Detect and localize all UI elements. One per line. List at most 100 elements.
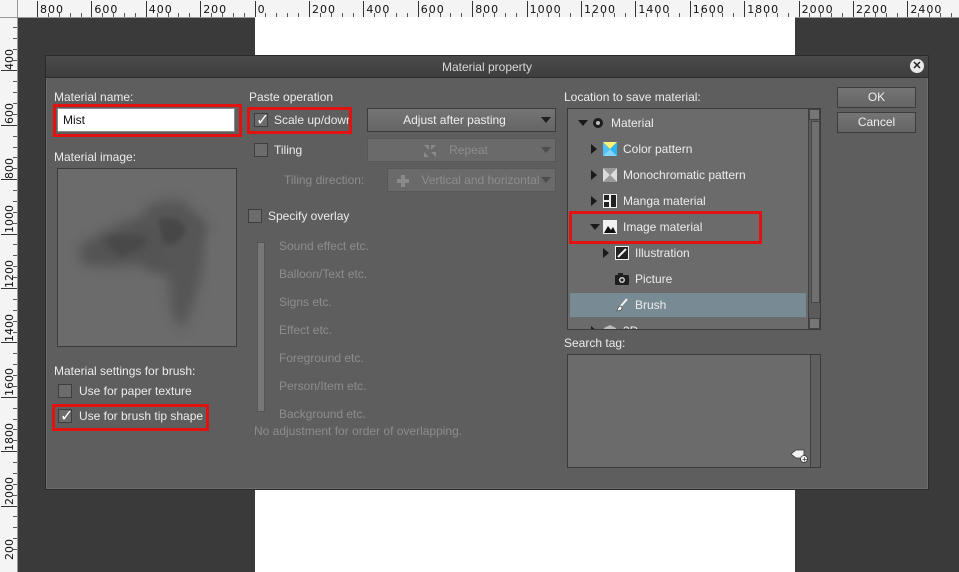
- ruler-major-tick: [689, 1, 691, 17]
- ruler-minor-tick: [842, 13, 844, 17]
- ruler-label: 600: [94, 3, 119, 16]
- repeat-dropdown[interactable]: Repeat: [367, 138, 556, 162]
- tree-item-material[interactable]: Material: [570, 111, 806, 135]
- chevron-down-icon: [541, 117, 551, 123]
- ruler-minor-tick: [13, 48, 17, 50]
- vertical-ruler: 400 600 800 1000 1200 1400 1600 1800 2000 200: [0, 17, 18, 572]
- horizontal-ruler: 800 600 400 200 0 200 400 600 800 1000 1200 1400 160…: [0, 0, 959, 18]
- illustration-icon: [615, 246, 629, 260]
- search-tag-area[interactable]: +: [567, 354, 821, 468]
- ruler-minor-tick: [156, 13, 158, 17]
- ruler-major-tick: [363, 1, 365, 17]
- scale-checkbox[interactable]: [254, 110, 269, 129]
- tree-scrollbar[interactable]: [808, 109, 820, 329]
- tree-item-color-pattern[interactable]: Color pattern: [570, 137, 806, 161]
- search-tag-scrollbar[interactable]: [810, 355, 820, 467]
- tiling-label: Tiling: [274, 143, 303, 157]
- ruler-minor-tick: [13, 113, 17, 115]
- manga-icon: [603, 194, 617, 208]
- overlay-order-slider[interactable]: [257, 242, 265, 412]
- ruler-major-tick: [1, 505, 17, 507]
- tree-item-manga-material[interactable]: Manga material: [570, 189, 806, 213]
- material-name-input[interactable]: Mist: [57, 108, 235, 132]
- expand-right-icon[interactable]: [591, 326, 597, 329]
- ruler-minor-tick: [189, 13, 191, 17]
- tiling-checkbox[interactable]: [254, 143, 268, 157]
- ruler-label: 1600: [3, 368, 16, 397]
- scroll-up-arrow[interactable]: [809, 109, 820, 120]
- ruler-minor-tick: [13, 418, 17, 420]
- tree-item-brush[interactable]: Brush: [570, 293, 806, 317]
- ruler-minor-tick: [13, 298, 17, 300]
- tree-item-label: Material: [611, 116, 654, 130]
- overlay-item: Effect etc.: [279, 323, 333, 337]
- expand-right-icon[interactable]: [591, 170, 597, 180]
- ruler-minor-tick: [929, 13, 931, 17]
- expand-right-icon[interactable]: [591, 144, 597, 154]
- ruler-label: 1200: [584, 3, 616, 16]
- ruler-minor-tick: [69, 13, 71, 17]
- ruler-label: 800: [475, 3, 500, 16]
- ruler-minor-tick: [13, 244, 17, 246]
- expand-right-icon[interactable]: [591, 196, 597, 206]
- ruler-minor-tick: [13, 516, 17, 518]
- ruler-minor-tick: [13, 320, 17, 322]
- tree-item-picture[interactable]: Picture: [570, 267, 806, 291]
- ruler-label: 400: [366, 3, 391, 16]
- expand-down-icon[interactable]: [578, 120, 588, 126]
- tree-item-3d[interactable]: 3D: [570, 319, 806, 329]
- ruler-label: 1400: [3, 314, 16, 342]
- ruler-minor-tick: [13, 375, 17, 377]
- expand-down-icon[interactable]: [590, 224, 600, 230]
- scroll-thumb[interactable]: [811, 121, 820, 303]
- brush-settings-label: Material settings for brush:: [54, 364, 196, 378]
- add-tag-plus: +: [802, 456, 808, 463]
- ruler-major-tick: [581, 1, 582, 17]
- overlay-checkbox[interactable]: [248, 209, 262, 223]
- ruler-major-tick: [1, 451, 17, 453]
- ruler-minor-tick: [896, 13, 898, 17]
- expand-right-icon[interactable]: [603, 248, 609, 258]
- paper-texture-checkbox[interactable]: [58, 384, 72, 398]
- direction-icon: [397, 175, 409, 187]
- tree-item-image-material[interactable]: Image material: [570, 215, 806, 239]
- ruler-label: 1400: [638, 3, 671, 16]
- ruler-label: 600: [420, 3, 445, 16]
- ruler-minor-tick: [13, 538, 17, 540]
- ruler-minor-tick: [13, 157, 17, 159]
- add-tag-icon[interactable]: +: [790, 449, 808, 463]
- ruler-label: 2000: [801, 3, 834, 16]
- close-icon[interactable]: ✕: [910, 59, 924, 73]
- ruler-minor-tick: [13, 494, 17, 496]
- direction-dropdown-value: Vertical and horizontal: [421, 173, 540, 187]
- ruler-minor-tick: [13, 37, 17, 39]
- tree-item-label: Manga material: [623, 194, 706, 208]
- brush-tip-checkbox[interactable]: [58, 406, 73, 425]
- ruler-major-tick: [526, 1, 528, 17]
- direction-dropdown[interactable]: Vertical and horizontal: [387, 168, 556, 192]
- ruler-major-tick: [853, 1, 854, 17]
- ruler-major-tick: [1, 179, 17, 181]
- ruler-minor-tick: [80, 13, 82, 17]
- material-property-dialog: Material property ✕ Material name: Mist …: [45, 55, 929, 490]
- overlap-note: No adjustment for order of overlapping.: [254, 424, 463, 438]
- tree-item-monochromatic-pattern[interactable]: Monochromatic pattern: [570, 163, 806, 187]
- ruler-minor-tick: [178, 13, 180, 17]
- ok-button[interactable]: OK: [837, 87, 916, 108]
- ruler-minor-tick: [58, 13, 60, 17]
- ruler-minor-tick: [13, 385, 17, 387]
- brush-icon: [616, 298, 628, 312]
- ruler-label: 1200: [3, 259, 16, 288]
- ruler-minor-tick: [211, 13, 213, 17]
- adjust-dropdown[interactable]: Adjust after pasting: [367, 108, 556, 132]
- cancel-button[interactable]: Cancel: [837, 112, 916, 133]
- ruler-minor-tick: [13, 168, 17, 170]
- location-tree[interactable]: Material Color pattern Monochromatic patte…: [567, 108, 821, 330]
- scroll-down-arrow[interactable]: [809, 318, 820, 329]
- tree-item-label: Color pattern: [623, 142, 693, 156]
- tree-item-illustration[interactable]: Illustration: [570, 241, 806, 265]
- ruler-major-tick: [744, 1, 746, 17]
- ruler-label: 200: [312, 3, 336, 16]
- ruler-minor-tick: [13, 407, 17, 409]
- dialog-titlebar[interactable]: Material property ✕: [46, 56, 928, 78]
